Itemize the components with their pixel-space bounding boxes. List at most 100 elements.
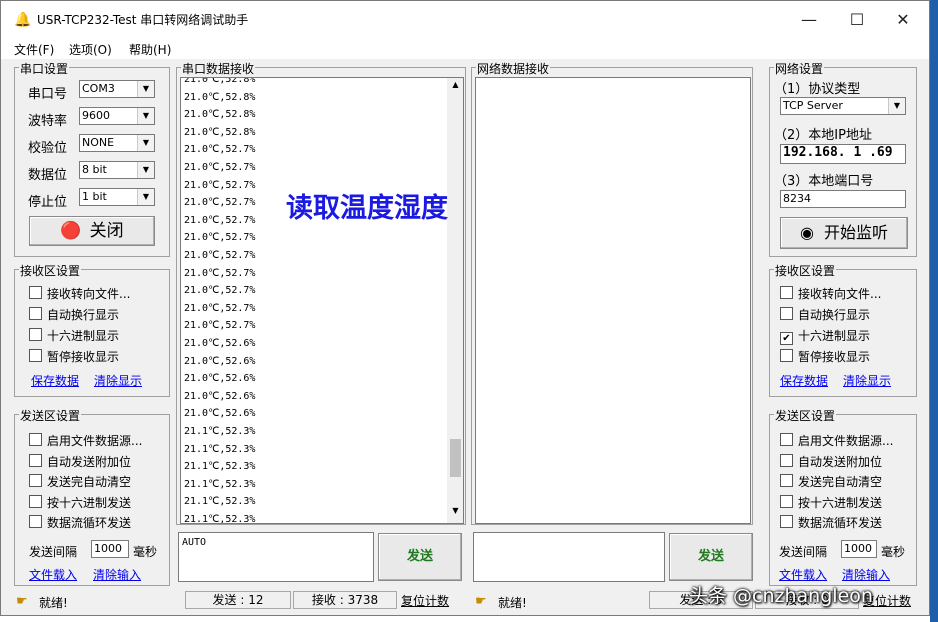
serial-receive-lines: 21.0℃,52.8% 21.0℃,52.8% 21.0℃,52.8% 21.0℃,5…	[181, 78, 447, 523]
right-hex-send-checkbox[interactable]: 按十六进制发送	[780, 494, 882, 511]
reset-count-button[interactable]: 复位计数	[401, 592, 449, 609]
left-interval-input[interactable]: 1000	[91, 540, 129, 558]
parity-label: 校验位	[28, 141, 68, 156]
serial-receive-scrollbar[interactable]: ▲ ▼	[447, 78, 463, 523]
stopbits-select[interactable]: 1 bit ▼	[79, 188, 155, 206]
checkbox-label: 接收转向文件...	[798, 287, 882, 301]
minimize-button[interactable]: —	[785, 1, 833, 39]
right-save-data-link[interactable]: 保存数据	[780, 372, 828, 389]
left-send-settings-group: 发送区设置 启用文件数据源... 自动发送附加位 发送完自动清空 按十六进制发送…	[14, 407, 170, 586]
serial-send-button[interactable]: 发送	[378, 533, 462, 581]
port-label: 串口号	[28, 87, 68, 102]
checkbox-icon	[780, 474, 793, 487]
menu-help[interactable]: 帮助(H)	[129, 41, 171, 58]
right-send-settings-title: 发送区设置	[774, 407, 837, 424]
start-listen-button[interactable]: ◉ 开始监听	[780, 217, 908, 249]
protocol-select[interactable]: TCP Server ▼	[780, 97, 906, 115]
scroll-up-icon[interactable]: ▲	[447, 80, 463, 94]
checkbox-icon	[29, 307, 42, 320]
receive-line: 21.0℃,52.6%	[184, 338, 256, 349]
right-interval-input[interactable]: 1000	[841, 540, 877, 558]
serial-send-input[interactable]: AUTO	[178, 532, 374, 582]
receive-line: 21.0℃,52.7%	[184, 197, 256, 209]
left-save-data-link[interactable]: 保存数据	[31, 372, 79, 389]
scroll-down-icon[interactable]: ▼	[447, 506, 463, 520]
left-recv-to-file-checkbox[interactable]: 接收转向文件...	[29, 285, 130, 302]
right-auto-clear-checkbox[interactable]: 发送完自动清空	[780, 473, 882, 490]
maximize-button[interactable]: ☐	[833, 1, 881, 39]
port-select[interactable]: COM3 ▼	[79, 80, 155, 98]
checkbox-label: 自动发送附加位	[47, 455, 132, 469]
receive-line: 21.0℃,52.7%	[184, 214, 256, 226]
receive-line: 21.1℃,52.3%	[184, 496, 256, 508]
checkbox-icon	[29, 474, 42, 487]
receive-line: 21.0℃,52.7%	[184, 285, 256, 297]
close-port-button[interactable]: 🔴 关闭	[29, 216, 155, 246]
left-hex-send-checkbox[interactable]: 按十六进制发送	[29, 494, 131, 511]
right-interval-label: 发送间隔	[779, 545, 828, 559]
receive-line: 21.0℃,52.8%	[184, 126, 256, 138]
close-window-button[interactable]: ✕	[879, 1, 927, 39]
network-send-input[interactable]	[473, 532, 665, 582]
right-hex-display-checkbox[interactable]: ✔ 十六进制显示	[780, 327, 870, 345]
right-clear-display-link[interactable]: 清除显示	[843, 372, 891, 389]
menu-options[interactable]: 选项(O)	[69, 41, 112, 58]
checkbox-label: 按十六进制发送	[47, 496, 132, 510]
left-hex-display-checkbox[interactable]: 十六进制显示	[29, 327, 119, 344]
baud-value: 9600	[82, 109, 110, 122]
baud-select[interactable]: 9600 ▼	[79, 107, 155, 125]
left-file-source-checkbox[interactable]: 启用文件数据源...	[29, 432, 142, 449]
ready-icon: ☛	[475, 594, 487, 609]
start-listen-label: 开始监听	[823, 223, 888, 242]
left-ready-text: 就绪!	[39, 596, 68, 610]
receive-line: 21.0℃,52.6%	[184, 408, 256, 420]
right-auto-wrap-checkbox[interactable]: 自动换行显示	[780, 306, 870, 323]
left-clear-input-link[interactable]: 清除输入	[93, 566, 141, 583]
databits-select[interactable]: 8 bit ▼	[79, 161, 155, 179]
radio-dot-icon: ◉	[800, 223, 814, 242]
right-loop-send-checkbox[interactable]: 数据流循环发送	[780, 514, 882, 531]
right-recv-to-file-checkbox[interactable]: 接收转向文件...	[780, 285, 881, 302]
network-receive-area[interactable]	[475, 77, 751, 524]
serial-send-text: AUTO	[182, 537, 207, 548]
receive-line: 21.0℃,52.8%	[184, 109, 256, 121]
serial-receive-group: 串口数据接收 21.0℃,52.8% 21.0℃,52.8% 21.0℃,52.8%…	[176, 60, 466, 525]
checkbox-label: 启用文件数据源...	[47, 434, 143, 448]
left-auto-wrap-checkbox[interactable]: 自动换行显示	[29, 306, 119, 323]
protocol-value: TCP Server	[783, 99, 843, 112]
serial-receive-area[interactable]: 21.0℃,52.8% 21.0℃,52.8% 21.0℃,52.8% 21.0℃,5…	[180, 77, 464, 524]
port-number-input[interactable]: 8234	[780, 190, 906, 208]
left-pause-display-checkbox[interactable]: 暂停接收显示	[29, 348, 119, 365]
left-append-bit-checkbox[interactable]: 自动发送附加位	[29, 453, 131, 470]
network-send-button[interactable]: 发送	[669, 533, 753, 581]
receive-line: 21.0℃,52.7%	[184, 179, 256, 191]
right-pause-display-checkbox[interactable]: 暂停接收显示	[780, 348, 870, 365]
right-append-bit-checkbox[interactable]: 自动发送附加位	[780, 453, 882, 470]
receive-line: 21.0℃,52.8%	[184, 91, 256, 103]
receive-line: 21.1℃,52.3%	[184, 478, 256, 490]
receive-line: 21.0℃,52.6%	[184, 355, 256, 367]
chevron-down-icon: ▼	[137, 135, 154, 151]
parity-value: NONE	[82, 136, 115, 149]
checkbox-icon	[780, 307, 793, 320]
left-interval-label: 发送间隔	[29, 545, 78, 559]
checkbox-label: 十六进制显示	[798, 329, 871, 343]
receive-line: 21.0℃,52.6%	[184, 390, 256, 402]
ip-input[interactable]: 192.168. 1 .69	[780, 144, 906, 164]
left-load-file-link[interactable]: 文件载入	[29, 566, 77, 583]
parity-select[interactable]: NONE ▼	[79, 134, 155, 152]
ip-label: （2）本地IP地址	[774, 128, 872, 143]
right-send-settings-group: 发送区设置 启用文件数据源... 自动发送附加位 发送完自动清空 按十六进制发送…	[769, 407, 917, 586]
databits-value: 8 bit	[82, 163, 107, 176]
menu-file[interactable]: 文件(F)	[14, 41, 54, 58]
checkbox-label: 十六进制显示	[47, 329, 120, 343]
right-file-source-checkbox[interactable]: 启用文件数据源...	[780, 432, 893, 449]
left-clear-display-link[interactable]: 清除显示	[94, 372, 142, 389]
chevron-down-icon: ▼	[137, 108, 154, 124]
left-loop-send-checkbox[interactable]: 数据流循环发送	[29, 514, 131, 531]
serial-receive-title: 串口数据接收	[181, 60, 256, 77]
scroll-thumb[interactable]	[450, 439, 461, 477]
left-auto-clear-checkbox[interactable]: 发送完自动清空	[29, 473, 131, 490]
title-bar: 🔔 USR-TCP232-Test 串口转网络调试助手 — ☐ ✕	[1, 1, 929, 39]
right-receive-settings-group: 接收区设置 接收转向文件... 自动换行显示 ✔ 十六进制显示 暂停接收显示 保存…	[769, 262, 917, 397]
